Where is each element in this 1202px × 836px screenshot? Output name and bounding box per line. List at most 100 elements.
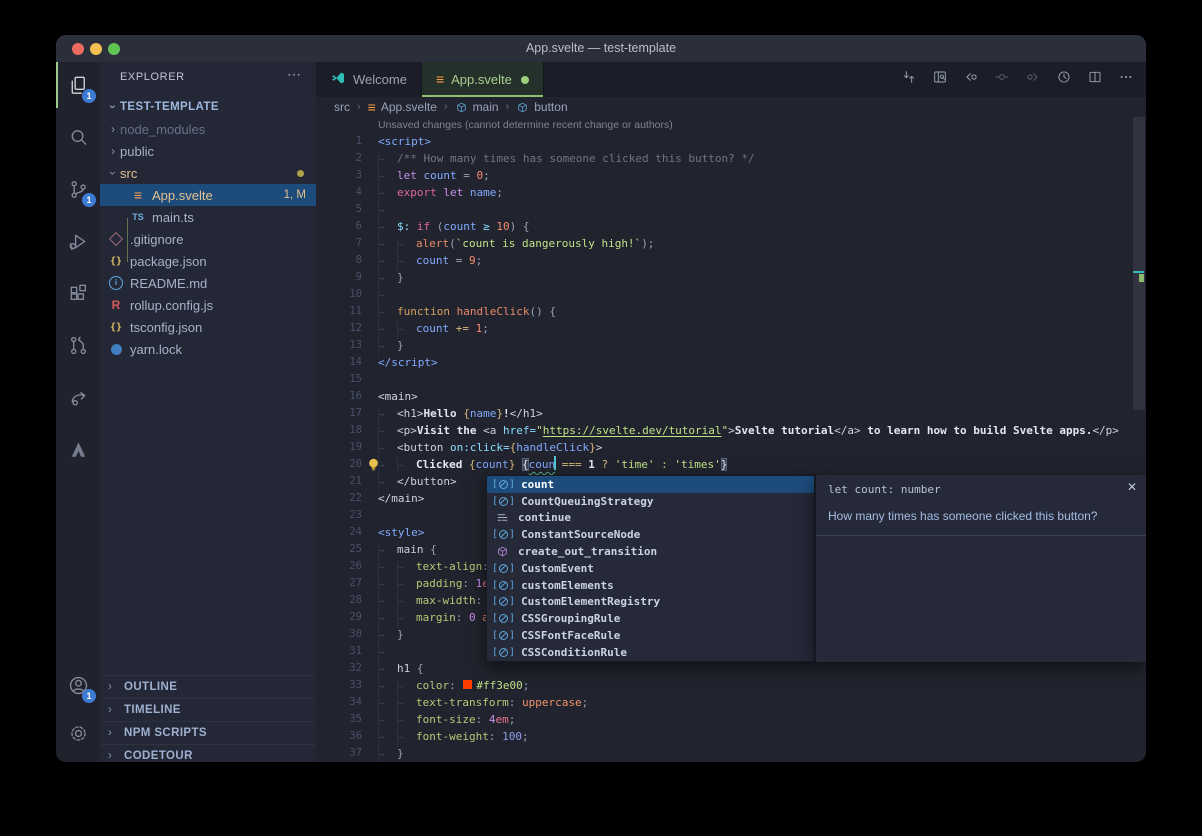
activity-run-debug-icon[interactable]	[56, 218, 100, 264]
section-npm-scripts[interactable]: ›NPM SCRIPTS	[100, 721, 316, 744]
nav-fwd-icon[interactable]	[1025, 69, 1041, 90]
activity-search-icon[interactable]	[56, 114, 100, 160]
suggest-widget: []count[]CountQueuingStrategycontinue[]C…	[486, 475, 815, 662]
code-line-36[interactable]: 36→→font-weight: 100;	[316, 728, 1146, 745]
line-number: 8	[316, 252, 362, 269]
activity-pull-requests-icon[interactable]	[56, 322, 100, 368]
code-line-9[interactable]: 9→}	[316, 269, 1146, 286]
code-line-32[interactable]: 32→h1 {	[316, 660, 1146, 677]
file-item-tsconfig.json[interactable]: {}tsconfig.json	[100, 316, 316, 338]
code-line-10[interactable]: 10→	[316, 286, 1146, 303]
badge: 1	[82, 689, 96, 703]
file-item-public[interactable]: ›public	[100, 140, 316, 162]
suggest-item-CSSGroupingRule[interactable]: []CSSGroupingRule	[487, 610, 814, 627]
suggest-item-continue[interactable]: continue	[487, 510, 814, 527]
more-actions-icon[interactable]: ⋯	[287, 66, 302, 83]
activity-accounts-icon[interactable]: 1	[56, 662, 100, 708]
gl-compare-icon[interactable]	[901, 69, 917, 90]
code-line-37[interactable]: 37→}	[316, 745, 1146, 762]
suggest-item-CSSConditionRule[interactable]: []CSSConditionRule	[487, 644, 814, 661]
code-line-1[interactable]: 1<script>	[316, 133, 1146, 150]
code-line-12[interactable]: 12→→count += 1;	[316, 320, 1146, 337]
suggest-item-ConstantSourceNode[interactable]: []ConstantSourceNode	[487, 526, 814, 543]
code-line-2[interactable]: 2→/** How many times has someone clicked…	[316, 150, 1146, 167]
file-item-rollup.config.js[interactable]: Rrollup.config.js	[100, 294, 316, 316]
split-icon[interactable]	[1087, 69, 1103, 90]
code-line-7[interactable]: 7→→alert(`count is dangerously high!`);	[316, 235, 1146, 252]
code-line-6[interactable]: 6→$: if (count ≥ 10) {	[316, 218, 1146, 235]
suggest-item-CountQueuingStrategy[interactable]: []CountQueuingStrategy	[487, 493, 814, 510]
breadcrumb-item-src[interactable]: src	[334, 100, 350, 114]
lightbulb-icon[interactable]	[366, 457, 381, 472]
code-line-18[interactable]: 18→<p>Visit the <a href="https://svelte.…	[316, 422, 1146, 439]
suggest-item-customElements[interactable]: []customElements	[487, 577, 814, 594]
suggest-item-CSSFontFaceRule[interactable]: []CSSFontFaceRule	[487, 627, 814, 644]
tab-welcome[interactable]: Welcome	[316, 62, 422, 97]
suggest-item-CustomElementRegistry[interactable]: []CustomElementRegistry	[487, 594, 814, 611]
activity-live-share-icon[interactable]	[56, 374, 100, 420]
file-label: rollup.config.js	[130, 298, 213, 313]
code-line-14[interactable]: 14</script>	[316, 354, 1146, 371]
breadcrumb-item-main[interactable]: main	[455, 100, 499, 114]
line-number: 5	[316, 201, 362, 218]
suggest-item-create_out_transition[interactable]: create_out_transition	[487, 543, 814, 560]
tree-root[interactable]: ›TEST-TEMPLATE	[100, 96, 316, 118]
file-item-README.md[interactable]: iREADME.md	[100, 272, 316, 294]
code-line-19[interactable]: 19→<button on:click={handleClick}>	[316, 439, 1146, 456]
code-line-33[interactable]: 33→→color: #ff3e00;	[316, 677, 1146, 694]
activity-source-control-icon[interactable]: 1	[56, 166, 100, 212]
symbol-cube-icon	[516, 101, 529, 114]
file-item-.gitignore[interactable]: .gitignore	[100, 228, 316, 250]
history-icon[interactable]	[1056, 69, 1072, 90]
file-item-yarn.lock[interactable]: yarn.lock	[100, 338, 316, 360]
nav-dot-icon[interactable]	[994, 69, 1010, 90]
file-item-package.json[interactable]: {}package.json	[100, 250, 316, 272]
close-icon[interactable]: ✕	[1127, 480, 1137, 494]
more-icon[interactable]	[1118, 69, 1134, 90]
file-item-node_modules[interactable]: ›node_modules	[100, 118, 316, 140]
suggest-item-CustomEvent[interactable]: []CustomEvent	[487, 560, 814, 577]
file-tree: ›TEST-TEMPLATE›node_modules›public›src≡A…	[100, 96, 316, 360]
json-file-icon: {}	[108, 253, 124, 269]
code-line-11[interactable]: 11→function handleClick() {	[316, 303, 1146, 320]
title-bar[interactable]: App.svelte — test-template	[56, 35, 1146, 62]
file-item-src[interactable]: ›src	[100, 162, 316, 184]
activity-azure-icon[interactable]	[56, 426, 100, 472]
activity-settings-icon[interactable]	[56, 710, 100, 756]
code-line-17[interactable]: 17→<h1>Hello {name}!</h1>	[316, 405, 1146, 422]
gl-preview-icon[interactable]	[932, 69, 948, 90]
section-outline[interactable]: ›OUTLINE	[100, 675, 316, 698]
code-line-3[interactable]: 3→let count = 0;	[316, 167, 1146, 184]
code-line-35[interactable]: 35→→font-size: 4em;	[316, 711, 1146, 728]
line-number: 21	[316, 473, 362, 490]
tab-label: Welcome	[353, 72, 407, 87]
codelens-unsaved-changes[interactable]: Unsaved changes (cannot determine recent…	[316, 117, 1146, 133]
breadcrumb-item-app-svelte[interactable]: ≡App.svelte	[368, 100, 437, 114]
code-line-13[interactable]: 13→}	[316, 337, 1146, 354]
nav-back-icon[interactable]	[963, 69, 979, 90]
code-line-5[interactable]: 5→	[316, 201, 1146, 218]
file-item-App.svelte[interactable]: ≡App.svelte1, M	[100, 184, 316, 206]
code-line-4[interactable]: 4→export let name;	[316, 184, 1146, 201]
breadcrumb-item-button[interactable]: button	[516, 100, 567, 114]
code-line-8[interactable]: 8→→count = 9;	[316, 252, 1146, 269]
code-line-20[interactable]: 20→→Clicked {count} {coun === 1 ? 'time'…	[316, 456, 1146, 473]
code-viewport[interactable]: Unsaved changes (cannot determine recent…	[316, 117, 1146, 762]
line-number: 2	[316, 150, 362, 167]
scrollbar[interactable]	[1132, 117, 1146, 762]
scrollbar-thumb[interactable]	[1133, 117, 1145, 410]
activity-extensions-icon[interactable]	[56, 270, 100, 316]
section-timeline[interactable]: ›TIMELINE	[100, 698, 316, 721]
file-item-main.ts[interactable]: TSmain.ts	[100, 206, 316, 228]
chevron-icon: ›	[108, 704, 122, 716]
symbol-keyword-icon	[492, 511, 512, 524]
tab-app-svelte[interactable]: ≡App.svelte	[422, 62, 544, 97]
tab-label: App.svelte	[451, 72, 512, 87]
code-line-34[interactable]: 34→→text-transform: uppercase;	[316, 694, 1146, 711]
code-line-15[interactable]: 15	[316, 371, 1146, 388]
section-codetour[interactable]: ›CODETOUR	[100, 744, 316, 762]
json-file-icon: {}	[108, 319, 124, 335]
suggest-item-count[interactable]: []count	[487, 476, 814, 493]
code-line-16[interactable]: 16<main>	[316, 388, 1146, 405]
activity-explorer-icon[interactable]: 1	[56, 62, 100, 108]
